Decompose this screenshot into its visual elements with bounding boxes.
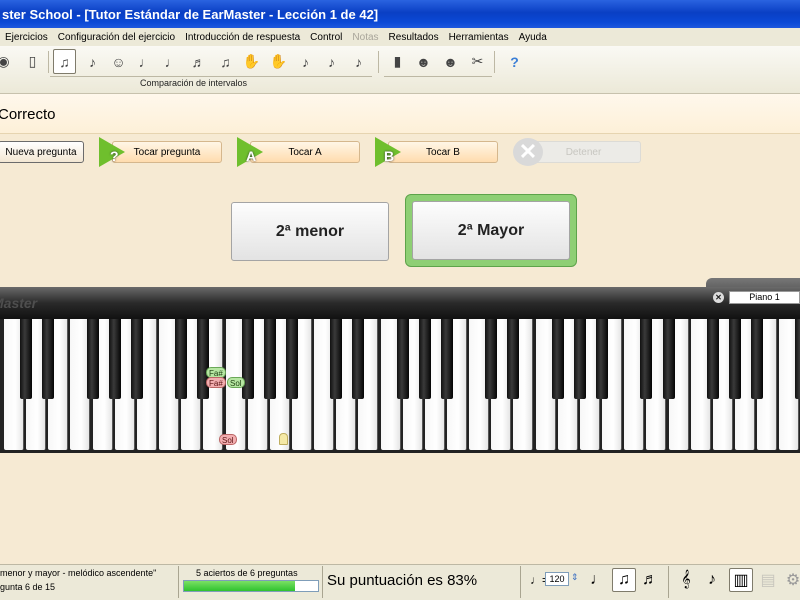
black-key[interactable] bbox=[441, 319, 453, 399]
black-key[interactable] bbox=[130, 319, 143, 399]
play-b-letter: B bbox=[384, 148, 395, 164]
toolbar: ◉ ▯ ♫ ♪ ☺ ♩ ♩ ♬ ♫ ✋ ✋ ♪ ♪ ♪ ▮ ☻ ☻ ✂ ? Co… bbox=[0, 46, 800, 94]
interval-identification-icon[interactable]: ♪ bbox=[81, 49, 104, 74]
rhythm-dictation-icon[interactable]: ♪ bbox=[320, 49, 343, 74]
statistics-icon[interactable]: ▮ bbox=[386, 49, 409, 74]
black-key[interactable] bbox=[551, 319, 564, 399]
menu-notas: Notas bbox=[352, 31, 379, 43]
quarter-note-icon[interactable]: ♩ bbox=[586, 568, 610, 592]
play-question-letter: ? bbox=[110, 148, 119, 164]
keyboard-alt-icon[interactable]: ▤ bbox=[756, 568, 780, 592]
tempo-input[interactable]: 120 bbox=[545, 572, 569, 586]
play-a-button[interactable]: Tocar A bbox=[250, 141, 360, 163]
black-key[interactable] bbox=[86, 319, 99, 399]
menu-configuracion[interactable]: Configuración del ejercicio bbox=[53, 32, 180, 43]
black-key[interactable] bbox=[728, 319, 741, 399]
black-key[interactable] bbox=[418, 319, 431, 399]
exercise-description: menor y mayor - melódico ascendente" bbox=[0, 568, 157, 578]
new-question-button[interactable]: Nueva pregunta bbox=[0, 141, 84, 163]
answer-major-second-button[interactable]: 2ª Mayor bbox=[412, 201, 570, 260]
question-counter: gunta 6 de 15 bbox=[0, 582, 56, 592]
status-band: Correcto bbox=[0, 94, 800, 134]
bell-icon bbox=[279, 433, 288, 445]
black-key[interactable] bbox=[42, 319, 55, 399]
home-icon[interactable]: ◉ bbox=[0, 49, 15, 74]
play-a-label: Tocar A bbox=[288, 146, 322, 158]
black-key[interactable] bbox=[285, 319, 298, 399]
piano-icon[interactable]: ▥ bbox=[729, 568, 753, 592]
menu-introduccion[interactable]: Introducción de respuesta bbox=[180, 32, 305, 43]
status-title: Correcto bbox=[0, 106, 56, 123]
book-icon[interactable]: ▯ bbox=[21, 49, 44, 74]
guitar-icon[interactable]: ♪ bbox=[700, 568, 724, 592]
stop-label: Detener bbox=[565, 146, 602, 158]
black-key[interactable] bbox=[795, 319, 800, 399]
black-key[interactable] bbox=[352, 319, 365, 399]
black-key[interactable] bbox=[640, 319, 653, 399]
black-key[interactable] bbox=[706, 319, 719, 399]
staff-icon[interactable]: 𝄞 bbox=[674, 568, 698, 592]
more-icon[interactable]: ⚙ bbox=[781, 568, 800, 592]
black-key[interactable] bbox=[20, 319, 33, 399]
black-key[interactable] bbox=[751, 319, 764, 399]
rhythm-clap-icon[interactable]: ✋ bbox=[240, 49, 263, 74]
piano-keyboard[interactable] bbox=[0, 319, 800, 453]
black-key[interactable] bbox=[108, 319, 121, 399]
sixteenth-notes-icon[interactable]: ♬ bbox=[638, 568, 662, 592]
teacher-icon[interactable]: ☻ bbox=[439, 49, 462, 74]
result-summary: 5 aciertos de 6 preguntas bbox=[196, 568, 298, 578]
play-b-label: Tocar B bbox=[426, 146, 460, 158]
note-marker-sol-red: Sol bbox=[219, 434, 237, 445]
rhythm-reading-icon[interactable]: ♪ bbox=[294, 49, 317, 74]
toolbar-group-label: Comparación de intervalos bbox=[140, 78, 248, 88]
play-question-label: Tocar pregunta bbox=[133, 146, 201, 158]
tempo-spinner-icon[interactable]: ⇕ bbox=[571, 572, 579, 583]
user-icon[interactable]: ☻ bbox=[412, 49, 435, 74]
black-key[interactable] bbox=[241, 319, 254, 399]
score-progress-fill bbox=[184, 581, 296, 591]
stop-icon: ✕ bbox=[513, 138, 543, 166]
chord-progressions-icon[interactable]: ♬ bbox=[187, 49, 210, 74]
black-key[interactable] bbox=[396, 319, 409, 399]
tools-icon[interactable]: ✂ bbox=[466, 49, 489, 74]
note-marker-fa-sharp-red: Fa# bbox=[206, 377, 226, 388]
menu-resultados[interactable]: Resultados bbox=[384, 32, 444, 43]
black-key[interactable] bbox=[507, 319, 520, 399]
eighth-notes-icon[interactable]: ♫ bbox=[612, 568, 636, 592]
rhythm-error-icon[interactable]: ♪ bbox=[347, 49, 370, 74]
menu-herramientas[interactable]: Herramientas bbox=[444, 32, 514, 43]
interval-comparison-icon[interactable]: ♫ bbox=[53, 49, 76, 74]
black-key[interactable] bbox=[662, 319, 675, 399]
stop-button: Detener bbox=[526, 141, 641, 163]
menu-ayuda[interactable]: Ayuda bbox=[514, 32, 552, 43]
help-icon[interactable]: ? bbox=[503, 49, 526, 74]
play-b-button[interactable]: Tocar B bbox=[388, 141, 498, 163]
black-key[interactable] bbox=[485, 319, 498, 399]
piano-header bbox=[0, 287, 800, 319]
answer-minor-second-button[interactable]: 2ª menor bbox=[231, 202, 389, 261]
chord-inversions-icon[interactable]: ♩ bbox=[160, 49, 183, 74]
menu-control[interactable]: Control bbox=[305, 32, 347, 43]
black-key[interactable] bbox=[573, 319, 586, 399]
score-text: Su puntuación es 83% bbox=[327, 572, 478, 589]
piano-brand: Master bbox=[0, 295, 38, 311]
black-key[interactable] bbox=[330, 319, 343, 399]
play-question-button[interactable]: Tocar pregunta bbox=[112, 141, 222, 163]
rhythm-imitation-icon[interactable]: ✋ bbox=[267, 49, 290, 74]
black-key[interactable] bbox=[596, 319, 609, 399]
window-title: ster School - [Tutor Estándar de EarMast… bbox=[0, 0, 800, 28]
instrument-selector[interactable]: Piano 1 bbox=[729, 291, 800, 304]
interval-singing-icon[interactable]: ☺ bbox=[107, 49, 130, 74]
black-key[interactable] bbox=[175, 319, 188, 399]
piano-close-icon[interactable]: ✕ bbox=[713, 292, 724, 303]
scale-identification-icon[interactable]: ♫ bbox=[214, 49, 237, 74]
score-progress-bar bbox=[183, 580, 319, 592]
menu-ejercicios[interactable]: Ejercicios bbox=[0, 32, 53, 43]
menu-bar: Ejercicios Configuración del ejercicio I… bbox=[0, 28, 800, 46]
chord-identification-icon[interactable]: ♩ bbox=[134, 49, 157, 74]
note-marker-sol: Sol bbox=[227, 377, 245, 388]
play-a-letter: A bbox=[246, 148, 257, 164]
black-key[interactable] bbox=[263, 319, 276, 399]
